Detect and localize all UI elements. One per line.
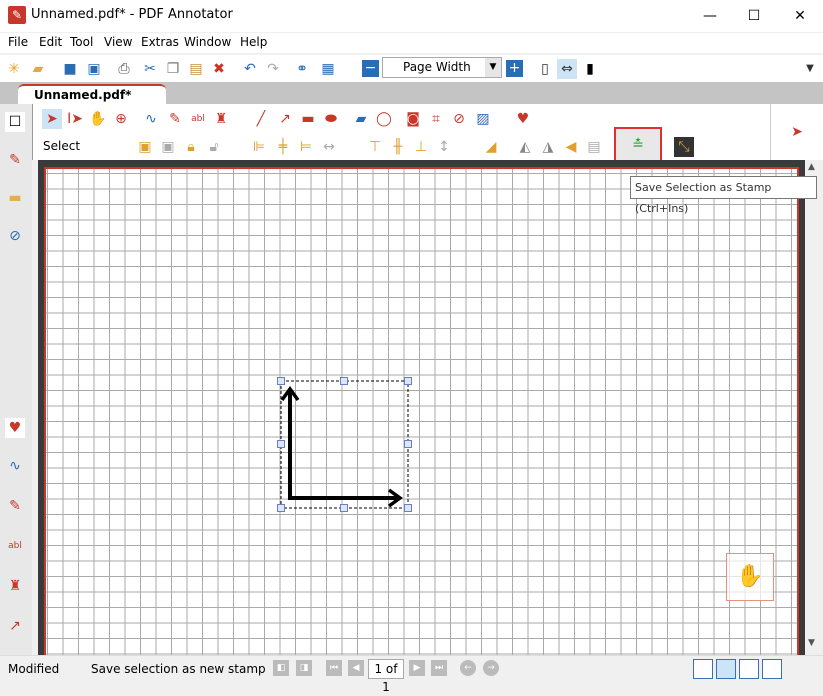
selection-overlay <box>280 380 409 509</box>
prev-doc-icon[interactable]: ◧ <box>273 660 289 676</box>
view-two-continuous[interactable] <box>762 659 782 679</box>
tooltip: Save Selection as Stamp (Ctrl+Ins) <box>630 176 817 215</box>
page-number-input[interactable]: 1 of 1 <box>368 659 404 694</box>
forward-button[interactable]: → <box>483 660 499 676</box>
resize-handle[interactable] <box>404 440 412 448</box>
scroll-down-icon[interactable]: ▼ <box>808 638 815 648</box>
arrow-annotation[interactable] <box>288 392 400 500</box>
resize-handle[interactable] <box>404 504 412 512</box>
resize-handle[interactable] <box>340 377 348 385</box>
resize-handle[interactable] <box>277 440 285 448</box>
status-message: Save selection as new stamp <box>91 662 266 676</box>
resize-handle[interactable] <box>277 504 285 512</box>
hand-scroll-icon[interactable]: ✋ <box>726 553 774 601</box>
status-bar: Modified Save selection as new stamp ◧ ◨… <box>0 655 823 694</box>
prev-page-button[interactable]: ◀ <box>348 660 364 676</box>
view-continuous[interactable] <box>716 659 736 679</box>
selection-box[interactable] <box>280 380 409 509</box>
resize-handle[interactable] <box>277 377 285 385</box>
view-two-pages[interactable] <box>739 659 759 679</box>
next-page-button[interactable]: ▶ <box>409 660 425 676</box>
scroll-up-icon[interactable]: ▲ <box>808 162 815 172</box>
resize-handle[interactable] <box>404 377 412 385</box>
next-doc-icon[interactable]: ◨ <box>296 660 312 676</box>
first-page-button[interactable]: ⏮ <box>326 660 342 676</box>
vertical-scrollbar[interactable]: ▲ ▼ <box>805 160 823 655</box>
last-page-button[interactable]: ⏭ <box>431 660 447 676</box>
resize-handle[interactable] <box>340 504 348 512</box>
back-button[interactable]: ← <box>460 660 476 676</box>
view-single-page[interactable] <box>693 659 713 679</box>
document-state: Modified <box>8 662 60 676</box>
